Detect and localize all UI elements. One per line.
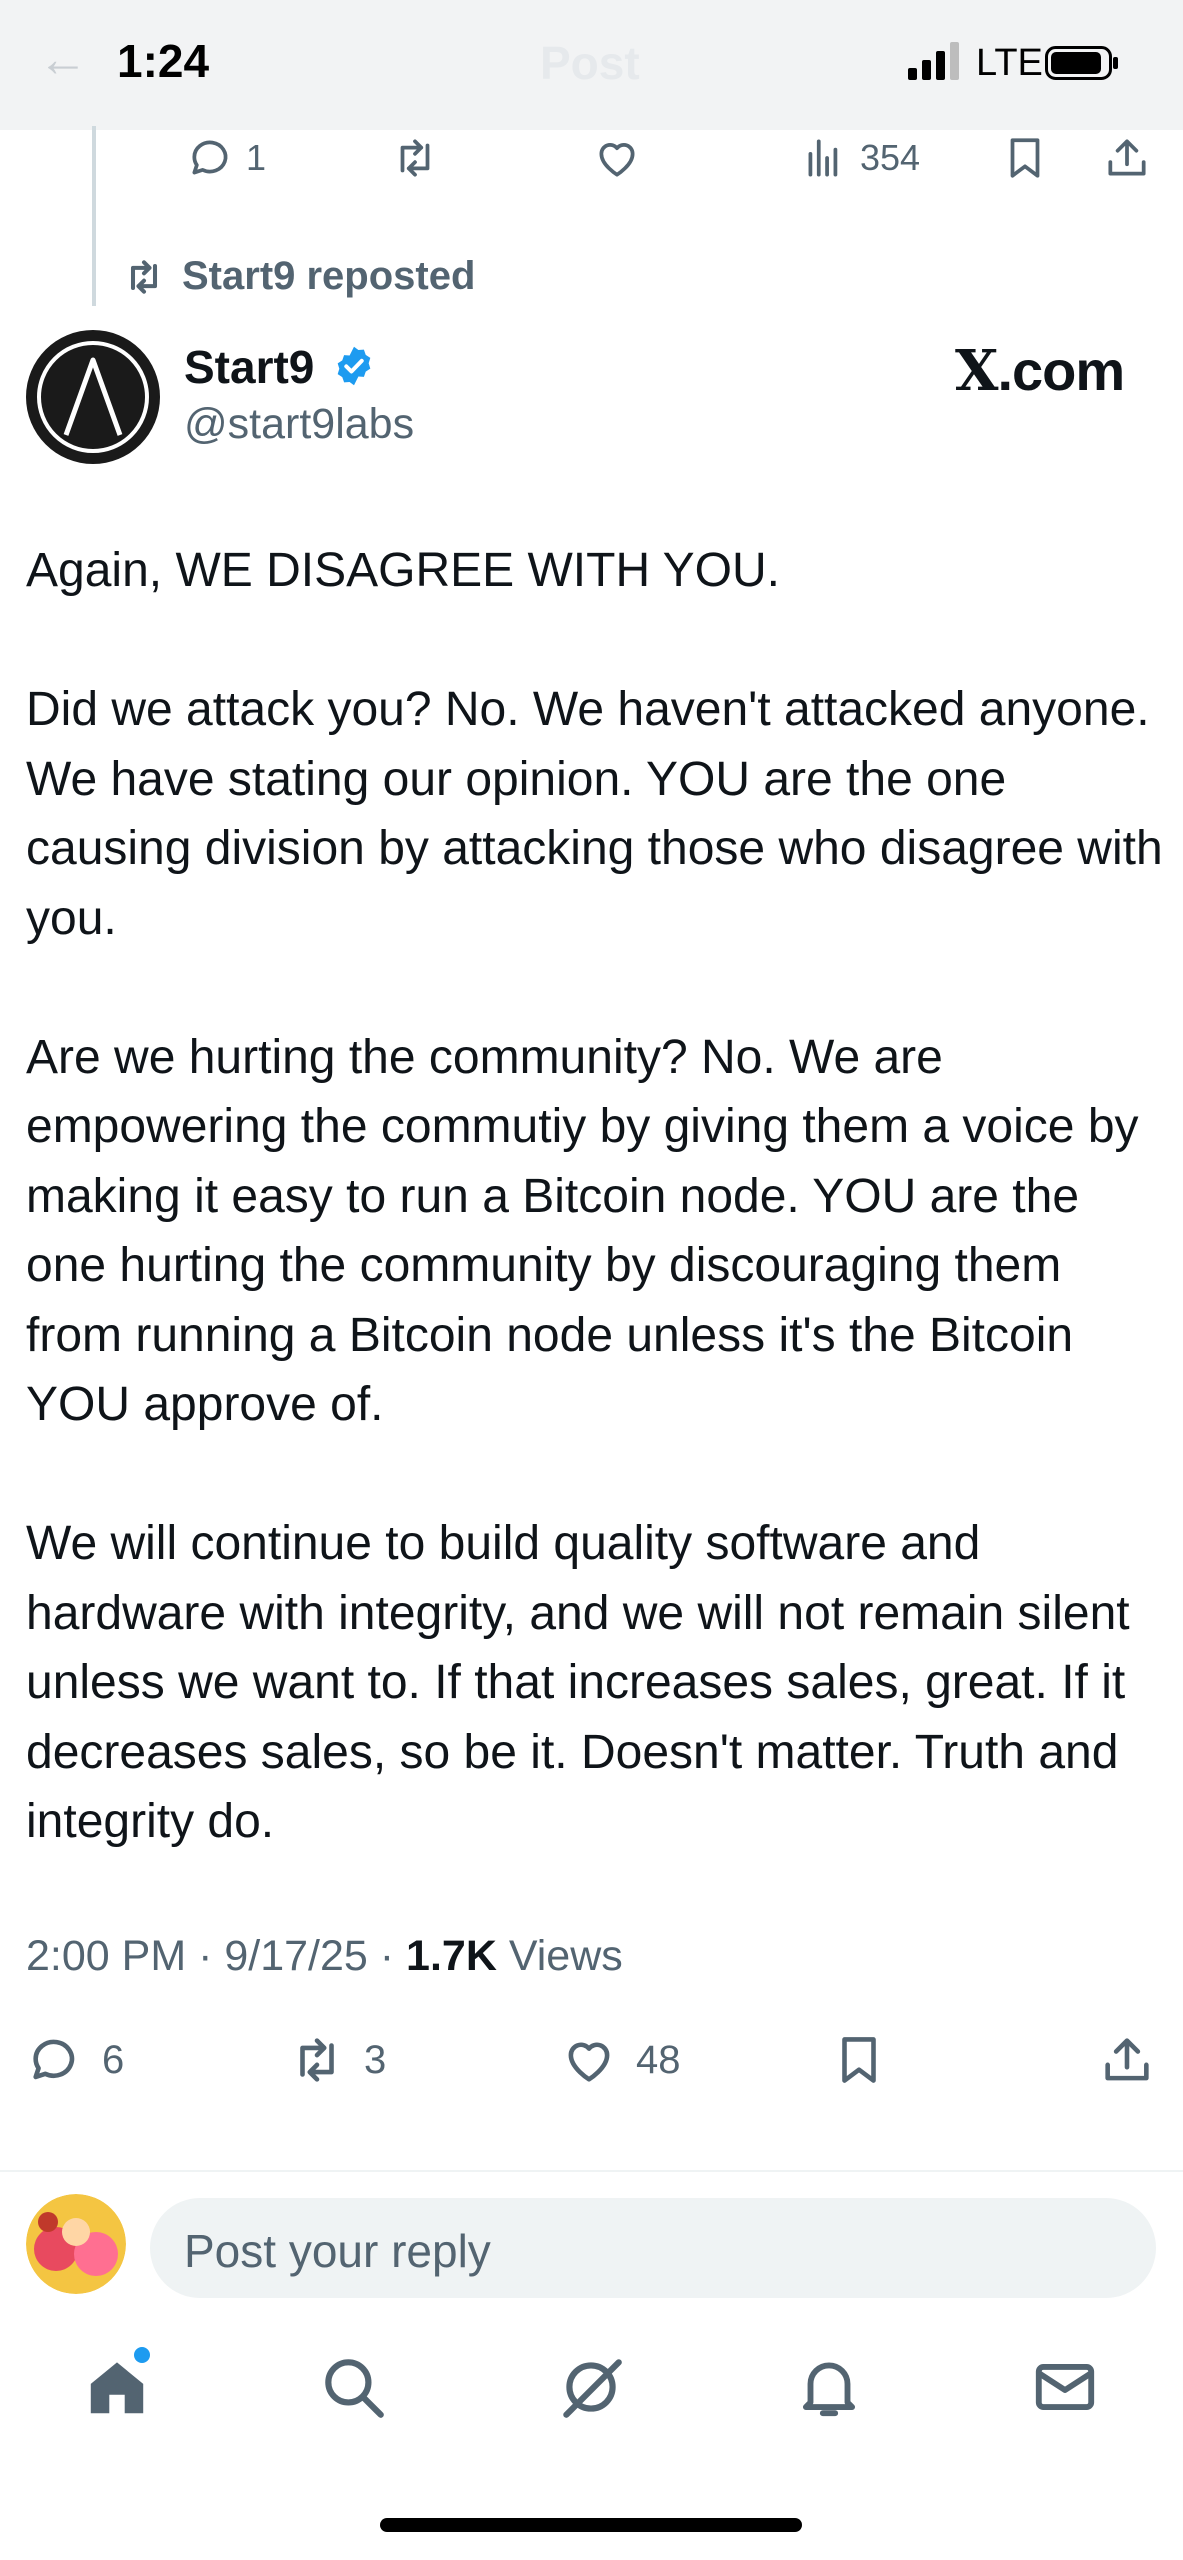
repost-count: 3 xyxy=(364,2037,387,2082)
user-avatar[interactable] xyxy=(26,2194,126,2294)
share-icon xyxy=(1105,2038,1149,2081)
reply-count: 6 xyxy=(102,2037,125,2082)
repost-banner[interactable]: Start9 reposted xyxy=(122,254,475,299)
home-indicator xyxy=(380,2518,802,2532)
post-paragraph: We will continue to build quality softwa… xyxy=(26,1517,1130,1848)
post-paragraph: Again, WE DISAGREE WITH YOU. xyxy=(26,544,780,597)
repost-icon xyxy=(130,259,158,294)
tab-grok[interactable] xyxy=(554,2350,628,2424)
network-label: LTE xyxy=(976,42,1043,84)
author-handle[interactable]: @start9labs xyxy=(184,400,414,449)
home-notification-dot xyxy=(134,2347,150,2363)
prev-views-button[interactable]: 354 xyxy=(800,130,920,186)
x-com-watermark: X.com xyxy=(955,338,1125,404)
tab-notifications[interactable] xyxy=(792,2350,866,2424)
prev-like-button[interactable] xyxy=(592,130,642,186)
composer-divider xyxy=(0,2170,1183,2172)
bookmark-icon xyxy=(842,2037,876,2083)
reply-icon xyxy=(192,140,228,175)
mail-icon xyxy=(1035,2364,1095,2410)
bookmark-icon xyxy=(1010,138,1040,178)
search-icon xyxy=(325,2359,384,2418)
prev-reply-count: 1 xyxy=(246,137,267,178)
thread-line xyxy=(92,126,96,306)
repost-banner-text: Start9 reposted xyxy=(182,254,476,298)
post-views-label: Views xyxy=(508,1932,623,1980)
post-date[interactable]: 9/17/25 xyxy=(224,1932,367,1980)
post-paragraph: Did we attack you? No. We haven't attack… xyxy=(26,683,1163,945)
verified-badge-icon xyxy=(337,346,371,386)
prev-views-count: 354 xyxy=(860,137,921,178)
back-arrow-icon[interactable]: ← xyxy=(38,30,88,88)
tab-messages[interactable] xyxy=(1028,2350,1102,2424)
grok-icon xyxy=(563,2359,622,2418)
repost-icon xyxy=(300,2038,334,2082)
heart-icon xyxy=(568,2042,610,2082)
repost-icon xyxy=(400,139,430,177)
prev-reply-button[interactable]: 1 xyxy=(186,130,266,186)
post-views-count: 1.7K xyxy=(406,1932,497,1980)
repost-button[interactable]: 3 xyxy=(288,2030,386,2090)
tab-search[interactable] xyxy=(316,2350,390,2424)
post-meta: 2:00 PM · 9/17/25 · 1.7K Views xyxy=(26,1932,623,1980)
share-icon xyxy=(1108,139,1146,176)
reply-input[interactable]: Post your reply xyxy=(184,2224,491,2278)
post-time[interactable]: 2:00 PM xyxy=(26,1932,186,1980)
post-paragraph: Are we hurting the community? No. We are… xyxy=(26,1030,1139,1432)
header-title: Post xyxy=(540,37,640,89)
like-button[interactable]: 48 xyxy=(560,2030,681,2090)
bell-icon xyxy=(802,2362,856,2417)
bookmark-button[interactable] xyxy=(830,2030,888,2090)
like-count: 48 xyxy=(636,2037,681,2082)
status-time: 1:24 xyxy=(117,35,210,87)
prev-bookmark-button[interactable] xyxy=(1000,130,1050,186)
battery-icon xyxy=(1045,46,1118,80)
prev-share-button[interactable] xyxy=(1102,130,1152,186)
reply-icon xyxy=(33,2039,75,2080)
reply-button[interactable]: 6 xyxy=(26,2030,124,2090)
views-icon xyxy=(808,139,838,177)
prev-repost-button[interactable] xyxy=(390,130,440,186)
reply-composer[interactable]: Post your reply xyxy=(150,2198,1156,2298)
heart-icon xyxy=(599,143,635,177)
share-button[interactable] xyxy=(1098,2030,1156,2090)
signal-icon xyxy=(908,42,959,80)
post-body: Again, WE DISAGREE WITH YOU. Did we atta… xyxy=(26,536,1166,1926)
author-avatar[interactable] xyxy=(26,330,160,464)
author-name[interactable]: Start9 xyxy=(184,340,314,394)
